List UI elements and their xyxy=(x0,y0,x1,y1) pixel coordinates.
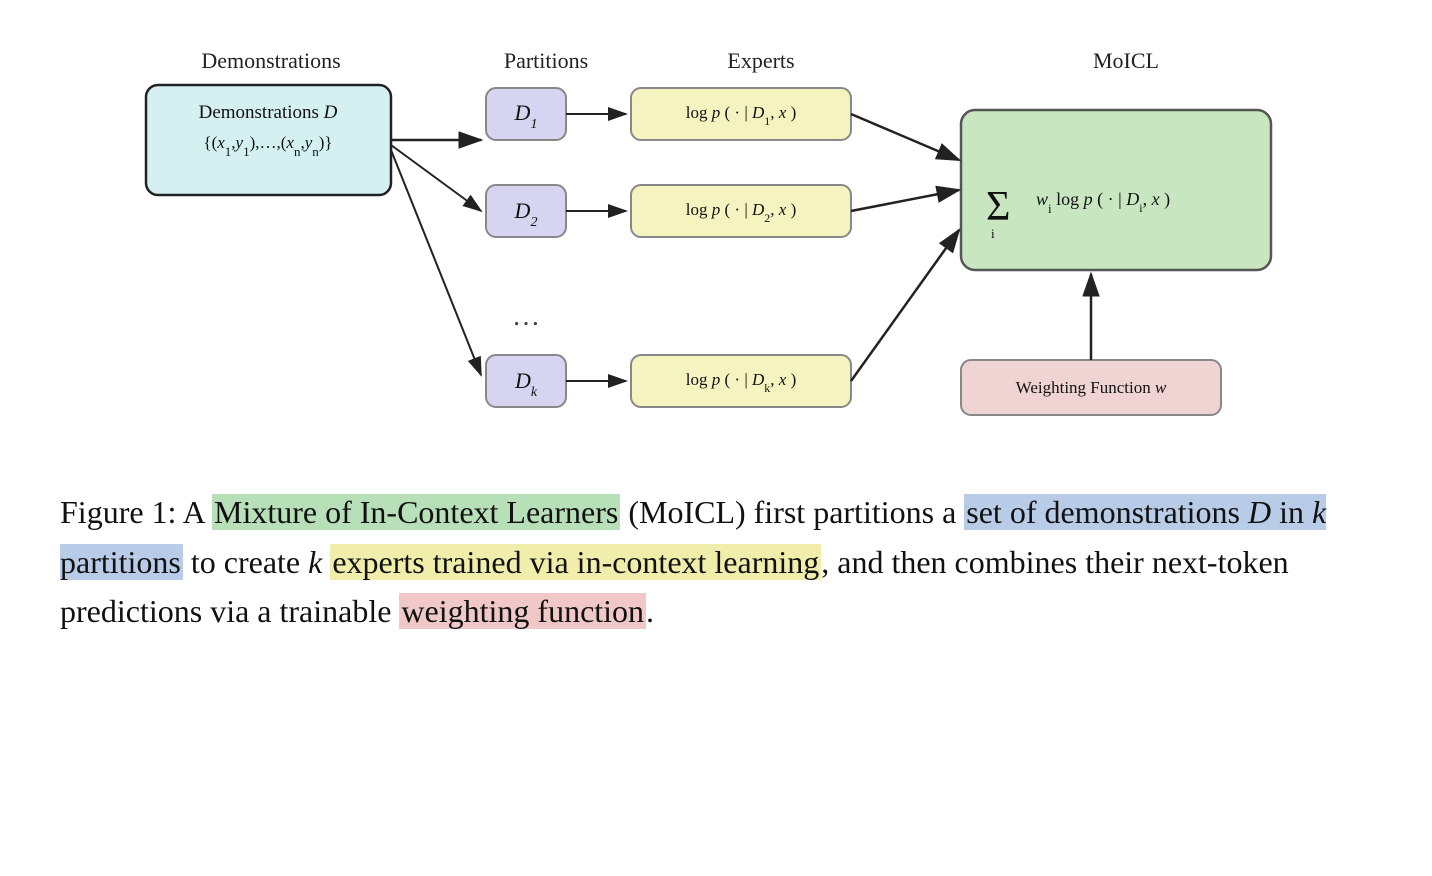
moicl-sigma: Σ xyxy=(986,184,1010,230)
diagram-section: Demonstrations Partitions Experts MoICL … xyxy=(60,30,1372,460)
caption-part-2: (MoICL) first partitions a xyxy=(620,494,964,530)
caption-weighting: weighting function xyxy=(399,593,646,629)
label-experts: Experts xyxy=(727,48,794,73)
arrow-demo-to-pk xyxy=(391,150,481,375)
demo-label1: Demonstrations D xyxy=(199,102,338,123)
diagram-svg: Demonstrations Partitions Experts MoICL … xyxy=(116,30,1316,460)
arrow-demo-to-p2 xyxy=(391,145,481,211)
moicl-sigma-i: i xyxy=(991,226,995,241)
weight-label: Weighting Function w xyxy=(1016,378,1167,397)
arrow-e1-moicl xyxy=(851,114,959,160)
arrow-e2-moicl xyxy=(851,190,959,211)
caption-part-1: A xyxy=(183,494,212,530)
caption-mixture: Mixture of In-Context Learners xyxy=(212,494,620,530)
label-moicl: MoICL xyxy=(1093,48,1159,73)
dots: … xyxy=(512,301,540,332)
caption-label: Figure 1: xyxy=(60,494,176,530)
caption-text: Figure 1: A Mixture of In-Context Learne… xyxy=(60,488,1372,637)
arrow-ek-moicl xyxy=(851,230,959,381)
caption-section: Figure 1: A Mixture of In-Context Learne… xyxy=(60,488,1372,637)
label-partitions: Partitions xyxy=(504,48,588,73)
caption-period: . xyxy=(646,593,654,629)
page-container: Demonstrations Partitions Experts MoICL … xyxy=(0,0,1432,876)
caption-experts: experts trained via in-context learning xyxy=(330,544,821,580)
caption-part-3: to create k xyxy=(183,544,330,580)
label-demonstrations: Demonstrations xyxy=(201,48,340,73)
